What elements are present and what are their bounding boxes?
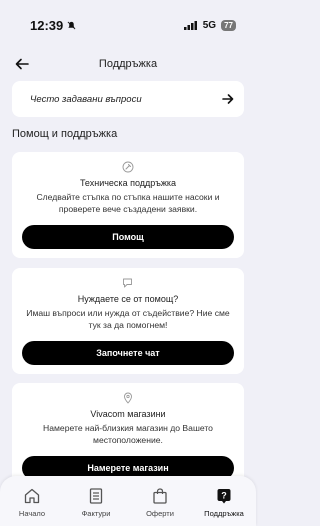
tab-support[interactable]: ? Поддръжка: [194, 486, 254, 518]
tab-invoices[interactable]: Фактури: [66, 486, 126, 518]
tab-offers[interactable]: Оферти: [130, 486, 190, 518]
help-icon: ?: [214, 486, 234, 506]
battery-icon: 77: [221, 19, 236, 31]
page-header: Поддръжка: [0, 50, 256, 78]
start-chat-button[interactable]: Започнете чат: [22, 341, 234, 365]
tab-home[interactable]: Начало: [2, 486, 62, 518]
tab-label: Фактури: [81, 509, 111, 518]
bottom-tab-bar: Начало Фактури Оферти ? Поддръжка: [0, 476, 256, 526]
chat-icon: [121, 276, 135, 290]
status-bar: 12:39 5G 77: [0, 0, 256, 50]
wrench-icon: [121, 160, 135, 174]
tab-label: Начало: [18, 509, 46, 518]
network-type: 5G: [202, 19, 217, 31]
location-pin-icon: [121, 391, 135, 405]
bell-muted-icon: [67, 21, 76, 29]
home-icon: [22, 486, 42, 506]
tech-support-card: Техническа поддръжка Следвайте стъпка по…: [12, 152, 244, 258]
arrow-left-icon: [15, 58, 29, 70]
card-title: Техническа поддръжка: [79, 178, 177, 188]
card-title: Нуждаете се от помощ?: [77, 294, 179, 304]
arrow-right-icon: [222, 94, 234, 104]
back-button[interactable]: [12, 54, 32, 74]
page-title: Поддръжка: [98, 58, 158, 70]
card-text: Следвайте стъпка по стъпка нашите насоки…: [36, 192, 220, 214]
section-title: Помощ и поддръжка: [12, 128, 118, 140]
card-text: Намерете най-близкия магазин до Вашето м…: [43, 423, 213, 445]
faq-label: Често задавани въпроси: [30, 93, 142, 105]
signal-icon: [183, 20, 197, 30]
tab-label: Оферти: [146, 509, 174, 518]
card-title: Vivacom магазини: [90, 409, 166, 419]
svg-text:?: ?: [221, 491, 227, 501]
chat-card: Нуждаете се от помощ? Имаш въпроси или н…: [12, 268, 244, 374]
help-button[interactable]: Помощ: [22, 225, 234, 249]
faq-link[interactable]: Често задавани въпроси: [12, 81, 244, 117]
card-text: Имаш въпроси или нужда от съдействие? Ни…: [26, 308, 230, 330]
invoice-icon: [86, 486, 106, 506]
shopping-bag-icon: [150, 486, 170, 506]
status-time-text: 12:39: [30, 17, 64, 33]
stores-card: Vivacom магазини Намерете най-близкия ма…: [12, 383, 244, 489]
status-icons: 5G 77: [183, 19, 236, 31]
status-time: 12:39: [30, 18, 76, 33]
tab-label: Поддръжка: [204, 509, 244, 518]
